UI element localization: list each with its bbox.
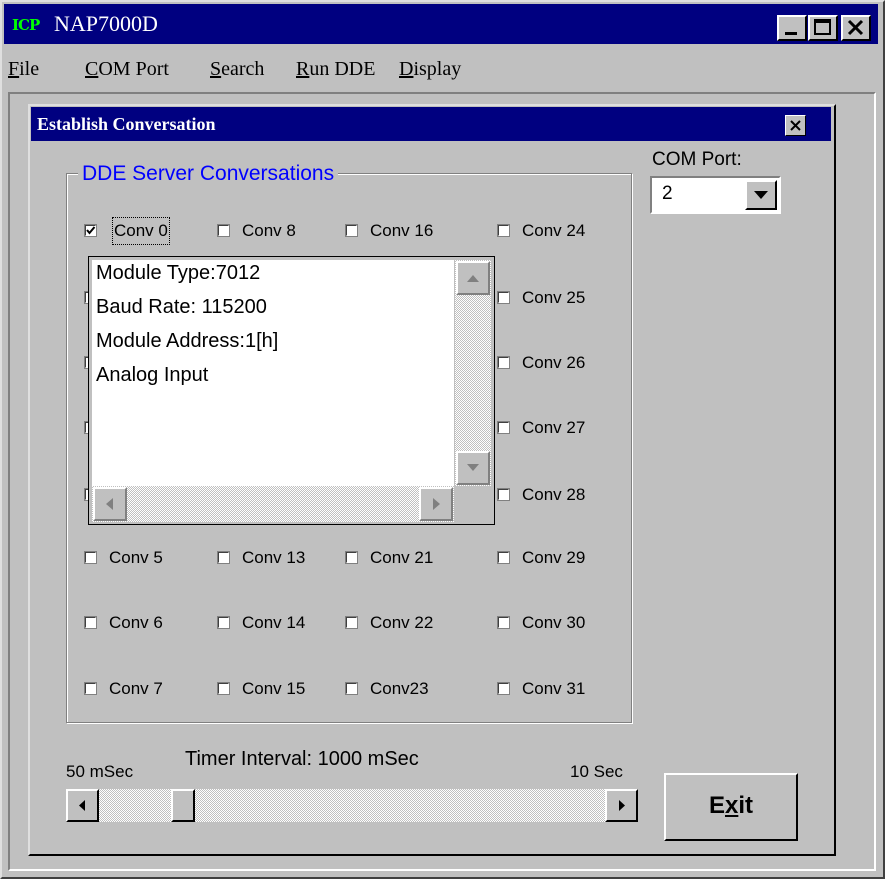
analog-input-line: Analog Input bbox=[96, 364, 209, 386]
slider-right-button[interactable] bbox=[605, 789, 638, 822]
scroll-left-button[interactable] bbox=[93, 487, 127, 521]
checkbox-label: Conv 14 bbox=[242, 613, 306, 632]
checkbox-box[interactable] bbox=[84, 224, 97, 237]
close-icon bbox=[847, 19, 864, 36]
checkbox-label: Conv 25 bbox=[522, 288, 586, 307]
checkbox-label: Conv 0 bbox=[112, 217, 170, 245]
arrow-left-icon bbox=[106, 498, 113, 510]
checkbox-box[interactable] bbox=[217, 616, 230, 629]
checkbox-label: Conv 13 bbox=[242, 548, 306, 567]
checkbox-label: Conv 7 bbox=[109, 679, 163, 698]
checkbox-label: Conv 29 bbox=[522, 548, 586, 567]
scroll-up-button[interactable] bbox=[456, 261, 490, 295]
menu-com-port-label: COM Port bbox=[85, 58, 169, 80]
checkbox-label: Conv 22 bbox=[370, 613, 434, 632]
maximize-icon bbox=[814, 19, 831, 35]
com-port-select[interactable]: 2 bbox=[650, 176, 781, 214]
checkbox-label: Conv 5 bbox=[109, 548, 163, 567]
app-icon-text: ICP bbox=[12, 16, 40, 34]
slider-left-button[interactable] bbox=[66, 789, 99, 822]
timer-min-label: 50 mSec bbox=[66, 762, 134, 781]
checkbox-box[interactable] bbox=[497, 224, 510, 237]
arrow-right-icon bbox=[433, 498, 440, 510]
exit-button[interactable]: Exit bbox=[664, 773, 798, 841]
checkbox-label: Conv 28 bbox=[522, 485, 586, 504]
checkbox-box[interactable] bbox=[345, 682, 358, 695]
dialog-title: Establish Conversation bbox=[37, 114, 216, 134]
checkbox-box[interactable] bbox=[84, 682, 97, 695]
checkbox-label: Conv 16 bbox=[370, 221, 434, 240]
dialog-close-button[interactable] bbox=[785, 115, 806, 136]
exit-button-label: Exit bbox=[708, 792, 754, 819]
checkbox-box[interactable] bbox=[345, 551, 358, 564]
menu-search-label: Search bbox=[210, 58, 265, 80]
slider-thumb[interactable] bbox=[171, 789, 195, 822]
horizontal-scrollbar[interactable] bbox=[92, 486, 454, 522]
group-title: DDE Server Conversations bbox=[78, 160, 339, 188]
checkbox-box[interactable] bbox=[345, 224, 358, 237]
com-port-value: 2 bbox=[662, 183, 673, 204]
menu-bar: File COM Port Search Run DDE Display bbox=[4, 50, 878, 88]
checkbox-box[interactable] bbox=[497, 421, 510, 434]
window-title: NAP7000D bbox=[54, 11, 158, 36]
menu-com-port[interactable]: COM Port bbox=[85, 50, 169, 88]
checkbox-label: Conv 27 bbox=[522, 418, 586, 437]
maximize-button[interactable] bbox=[808, 15, 838, 41]
checkbox-label: Conv 30 bbox=[522, 613, 586, 632]
chevron-down-icon bbox=[754, 191, 768, 199]
checkbox-box[interactable] bbox=[497, 356, 510, 369]
arrow-left-icon bbox=[79, 800, 85, 811]
menu-file-label: File bbox=[8, 58, 40, 80]
close-button[interactable] bbox=[841, 15, 871, 41]
checkbox-box[interactable] bbox=[217, 551, 230, 564]
timer-max-label: 10 Sec bbox=[570, 762, 623, 781]
minimize-icon bbox=[785, 32, 797, 35]
checkbox-label: Conv 6 bbox=[109, 613, 163, 632]
checkbox-label: Conv23 bbox=[370, 679, 429, 698]
module-address-line: Module Address:1[h] bbox=[96, 330, 279, 352]
checkbox-box[interactable] bbox=[497, 291, 510, 304]
module-info-text[interactable]: Module Type:7012 Baud Rate: 115200 Modul… bbox=[92, 260, 454, 486]
module-type-line: Module Type:7012 bbox=[96, 262, 261, 284]
scrollbar-corner bbox=[455, 486, 491, 522]
checkbox-label: Conv 26 bbox=[522, 353, 586, 372]
checkbox-box[interactable] bbox=[84, 551, 97, 564]
checkbox-box[interactable] bbox=[345, 616, 358, 629]
timer-interval-label: Timer Interval: 1000 mSec bbox=[185, 748, 419, 770]
checkbox-box[interactable] bbox=[217, 682, 230, 695]
checkbox-label: Conv 15 bbox=[242, 679, 306, 698]
checkbox-box[interactable] bbox=[217, 224, 230, 237]
menu-run-dde[interactable]: Run DDE bbox=[296, 50, 375, 88]
checkbox-label: Conv 8 bbox=[242, 221, 296, 240]
arrow-right-icon bbox=[619, 800, 625, 811]
checkbox-box[interactable] bbox=[497, 682, 510, 695]
checkbox-box[interactable] bbox=[84, 616, 97, 629]
checkmark-icon bbox=[86, 226, 96, 235]
checkbox-box[interactable] bbox=[497, 551, 510, 564]
app-icon: ICP bbox=[12, 12, 48, 39]
vertical-scrollbar[interactable] bbox=[455, 260, 491, 486]
checkbox-box[interactable] bbox=[497, 616, 510, 629]
com-port-dropdown-button[interactable] bbox=[745, 180, 777, 210]
checkbox-box[interactable] bbox=[497, 488, 510, 501]
menu-search[interactable]: Search bbox=[210, 50, 264, 88]
menu-run-dde-label: Run DDE bbox=[296, 58, 376, 80]
arrow-up-icon bbox=[467, 275, 479, 282]
scroll-right-button[interactable] bbox=[419, 487, 453, 521]
checkbox-label: Conv 21 bbox=[370, 548, 434, 567]
close-icon bbox=[790, 120, 801, 131]
menu-display-label: Display bbox=[399, 58, 462, 80]
menu-display[interactable]: Display bbox=[399, 50, 461, 88]
baud-rate-line: Baud Rate: 115200 bbox=[96, 296, 267, 318]
dialog-title-bar[interactable]: Establish Conversation bbox=[31, 107, 831, 141]
checkbox-label: Conv 24 bbox=[522, 221, 586, 240]
menu-file[interactable]: File bbox=[8, 50, 39, 88]
minimize-button[interactable] bbox=[777, 15, 807, 41]
scroll-down-button[interactable] bbox=[456, 451, 490, 485]
checkbox-label: Conv 31 bbox=[522, 679, 586, 698]
title-bar[interactable]: ICP NAP7000D bbox=[4, 4, 878, 44]
timer-interval-slider[interactable] bbox=[66, 789, 638, 822]
com-port-label: COM Port: bbox=[652, 149, 742, 170]
arrow-down-icon bbox=[467, 464, 479, 471]
